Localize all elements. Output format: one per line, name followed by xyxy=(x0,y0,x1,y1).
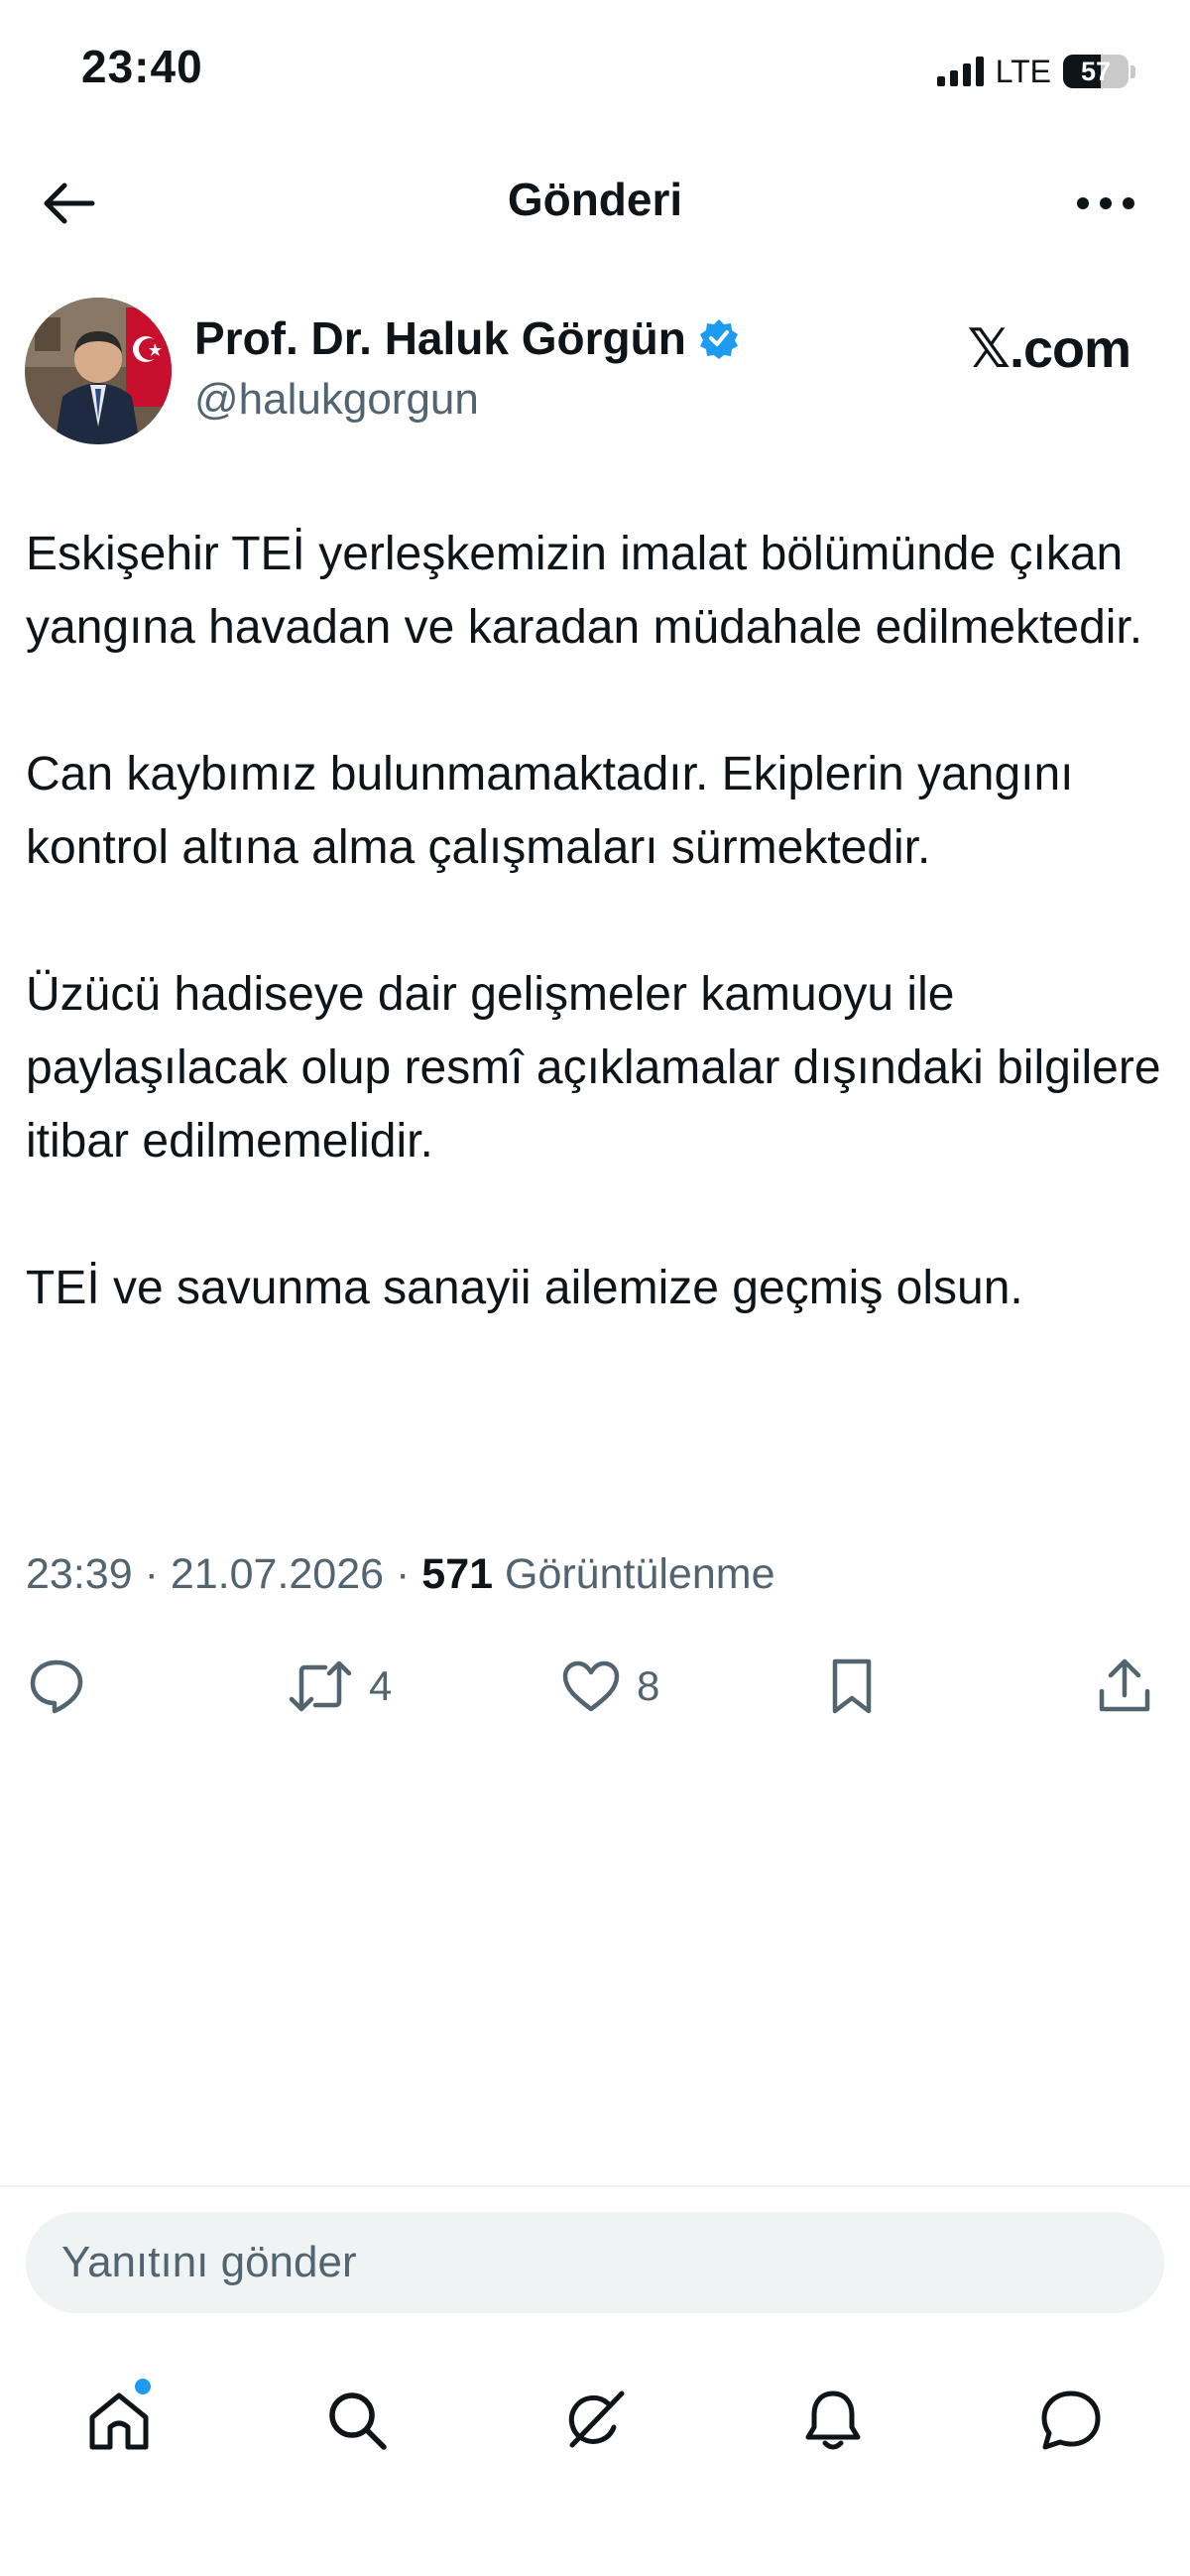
status-indicators: LTE 57 xyxy=(936,52,1135,91)
bottom-navigation xyxy=(0,2361,1190,2480)
post-date: 21.07.2026 xyxy=(170,1550,385,1598)
post-paragraph: Eskişehir TEİ yerleşkemizin imalat bölüm… xyxy=(26,528,1143,654)
battery-level: 57 xyxy=(1080,56,1112,86)
home-icon xyxy=(89,2392,149,2450)
post-actions: 4 8 xyxy=(0,1647,1190,1726)
like-button[interactable]: 8 xyxy=(561,1647,659,1726)
heart-icon xyxy=(562,1660,620,1712)
nav-notifications[interactable] xyxy=(783,2371,883,2470)
meta-separator: · xyxy=(144,1550,159,1598)
notification-dot xyxy=(135,2379,151,2394)
network-type: LTE xyxy=(995,53,1051,89)
search-icon xyxy=(329,2392,387,2450)
battery-tip xyxy=(1130,64,1135,78)
nav-home[interactable] xyxy=(69,2371,169,2470)
bell-icon xyxy=(805,2391,861,2450)
status-time: 23:40 xyxy=(81,41,203,92)
comment-icon xyxy=(30,1659,83,1714)
post-header: Gönderi xyxy=(0,149,1190,258)
views-label: Görüntülenme xyxy=(505,1550,775,1598)
post-meta: 23:39 · 21.07.2026 · 571 Görüntülenme xyxy=(26,1550,775,1599)
message-icon xyxy=(1041,2391,1101,2450)
post-time: 23:39 xyxy=(26,1550,133,1598)
nav-messages[interactable] xyxy=(1021,2371,1121,2470)
bookmark-icon xyxy=(832,1658,872,1714)
status-bar: 23:40 LTE 57 xyxy=(0,0,1190,139)
signal-icon xyxy=(936,57,984,86)
repost-count: 4 xyxy=(369,1662,393,1709)
author-row: Prof. Dr. Haluk Görgün @halukgorgun 𝕏.co… xyxy=(0,288,1190,456)
nav-grok[interactable] xyxy=(545,2371,645,2470)
author-handle[interactable]: @halukgorgun xyxy=(194,375,479,425)
post-paragraph: TEİ ve savunma sanayii ailemize geçmiş o… xyxy=(26,1262,1023,1314)
verified-badge-icon xyxy=(699,319,738,359)
more-horizontal-icon xyxy=(1077,197,1134,209)
author-name[interactable]: Prof. Dr. Haluk Görgün xyxy=(194,311,740,365)
avatar-image xyxy=(25,298,172,444)
more-options-button[interactable] xyxy=(1061,169,1150,238)
views-count: 571 xyxy=(421,1550,494,1598)
grok-icon xyxy=(568,2391,625,2448)
divider xyxy=(0,2185,1190,2187)
share-icon xyxy=(1099,1658,1150,1712)
author-name-text: Prof. Dr. Haluk Görgün xyxy=(194,312,686,364)
source-label: 𝕏.com xyxy=(967,319,1131,379)
share-button[interactable] xyxy=(1097,1647,1152,1726)
avatar[interactable] xyxy=(25,298,172,444)
repost-button[interactable]: 4 xyxy=(288,1647,392,1726)
page-title: Gönderi xyxy=(507,174,683,225)
like-count: 8 xyxy=(637,1662,660,1709)
reply-input[interactable] xyxy=(26,2212,1164,2313)
repost-icon xyxy=(289,1660,352,1712)
reply-button[interactable] xyxy=(28,1647,85,1726)
bookmark-button[interactable] xyxy=(829,1647,875,1726)
post-text: Eskişehir TEİ yerleşkemizin imalat bölüm… xyxy=(26,518,1166,1399)
post-paragraph: Can kaybımız bulunmamaktadır. Ekiplerin … xyxy=(26,748,1074,874)
meta-separator: · xyxy=(396,1550,411,1598)
nav-search[interactable] xyxy=(307,2371,407,2470)
post-paragraph: Üzücü hadiseye dair gelişmeler kamuoyu i… xyxy=(26,968,1161,1167)
battery-icon: 57 xyxy=(1063,55,1129,88)
